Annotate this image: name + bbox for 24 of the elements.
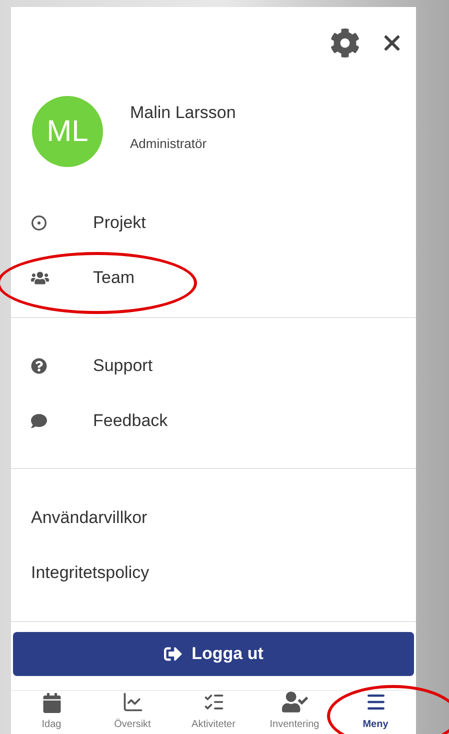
menu-item[interactable]: Projekt bbox=[11, 195, 416, 250]
line-chart-icon bbox=[122, 691, 144, 713]
nav-tab[interactable]: Meny bbox=[335, 691, 416, 734]
settings-button[interactable] bbox=[330, 28, 360, 58]
menu-item[interactable]: Support bbox=[11, 338, 416, 393]
nav-tab[interactable]: Inventering bbox=[254, 691, 335, 734]
nav-tab[interactable]: Översikt bbox=[92, 691, 173, 734]
logout-icon bbox=[164, 645, 182, 663]
user-check-icon bbox=[282, 691, 308, 713]
people-icon bbox=[31, 268, 49, 286]
help-icon bbox=[31, 358, 47, 374]
menu-item[interactable]: Team bbox=[11, 250, 416, 305]
speech-bubble-icon bbox=[31, 412, 47, 428]
user-name: Malin Larsson bbox=[130, 102, 236, 124]
menu-item[interactable]: Feedback bbox=[11, 393, 416, 448]
user-role: Administratör bbox=[130, 134, 208, 153]
nav-tab[interactable]: Aktiviteter bbox=[173, 691, 254, 734]
calendar-icon bbox=[42, 693, 60, 713]
nav-tab[interactable]: Idag bbox=[11, 691, 92, 734]
logout-button[interactable]: Logga ut bbox=[13, 632, 414, 676]
policy-link[interactable]: Integritetspolicy bbox=[11, 545, 416, 600]
target-icon bbox=[31, 214, 47, 230]
policy-link[interactable]: Användarvillkor bbox=[11, 490, 416, 545]
avatar: ML bbox=[32, 96, 103, 168]
